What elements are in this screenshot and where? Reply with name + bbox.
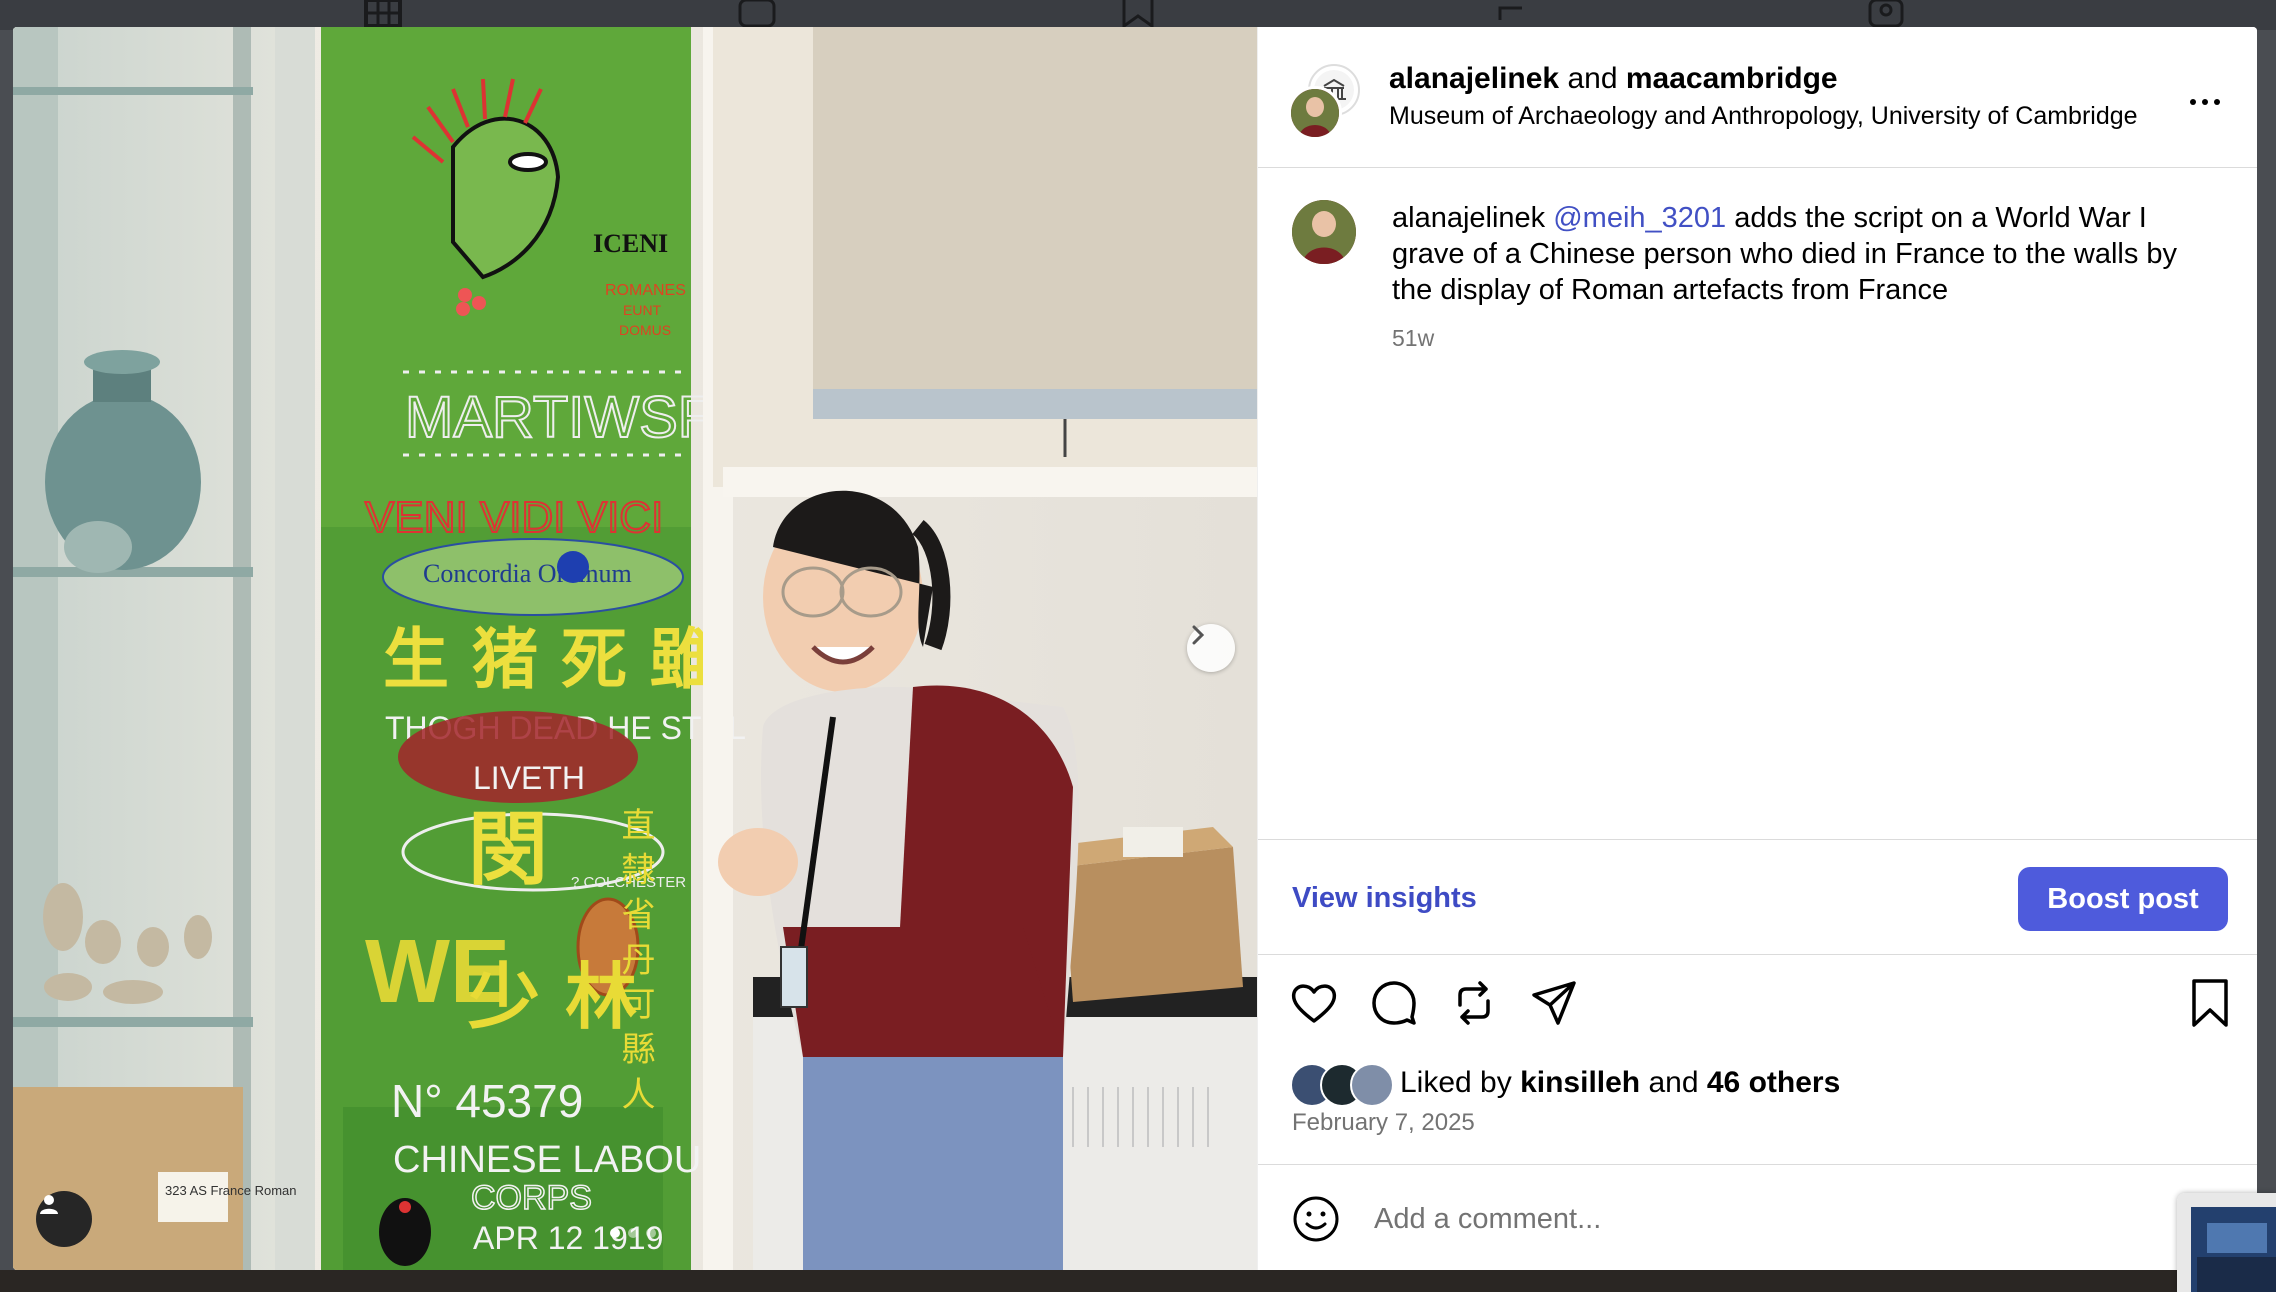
- repost-icon[interactable]: [1448, 977, 1500, 1029]
- author-username[interactable]: alanajelinek: [1389, 62, 1559, 95]
- carousel-dot-3: [646, 1228, 656, 1238]
- send-icon[interactable]: [1528, 977, 1580, 1029]
- tagged-icon: [1868, 0, 1904, 28]
- mural-text-corps: CORPS: [471, 1179, 592, 1217]
- post-caption: alanajelinek @meih_3201 adds the script …: [1392, 200, 2212, 308]
- comment-icon[interactable]: [1368, 977, 1420, 1029]
- mural-text-liveth: LIVETH: [473, 760, 585, 796]
- mural-text-chinese-2: 閔: [468, 803, 548, 896]
- collab-avatars[interactable]: [1288, 64, 1360, 140]
- carousel-dot-1: [610, 1228, 620, 1238]
- artefact-label-card: 323 AS France Roman: [165, 1183, 297, 1198]
- liker-avatar-3: [1350, 1063, 1394, 1107]
- carousel-indicator: [610, 1228, 656, 1238]
- background-feed-thumbnails: [0, 1270, 2276, 1292]
- caption-mention[interactable]: @meih_3201: [1553, 202, 1726, 234]
- reposts-icon: [1498, 6, 1522, 20]
- likes-text: Liked by kinsilleh and 46 others: [1400, 1066, 1840, 1100]
- post-modal: 323 AS France Roman ICENI ROMANES EUNT D…: [13, 27, 2257, 1270]
- mural-text-martiwsf: MARTIWSF: [405, 385, 713, 450]
- mural-text-side-chinese: 直 隸 省 丹 可 縣 人: [615, 807, 655, 1110]
- more-options-icon[interactable]: [2182, 87, 2228, 117]
- post-actions: [1258, 977, 2257, 1047]
- next-slide-button[interactable]: [1187, 624, 1235, 672]
- mural-text-number: N° 45379: [391, 1075, 583, 1127]
- mural-text-domus: DOMUS: [619, 322, 671, 338]
- bookmark-icon[interactable]: [2184, 977, 2236, 1029]
- likes-prefix: Liked by: [1400, 1066, 1521, 1099]
- post-date: February 7, 2025: [1292, 1109, 1475, 1136]
- post-photo[interactable]: 323 AS France Roman ICENI ROMANES EUNT D…: [13, 27, 1257, 1270]
- post-header: alanajelinek and maacambridge Museum of …: [1258, 27, 2257, 168]
- caption-avatar[interactable]: [1292, 200, 1356, 264]
- mural-text-iceni: ICENI: [593, 229, 668, 258]
- likes-others-link[interactable]: 46 others: [1707, 1066, 1840, 1099]
- heart-icon[interactable]: [1288, 977, 1340, 1029]
- mural-text-romanes: ROMANES: [605, 282, 686, 299]
- post-authors: alanajelinek and maacambridge: [1389, 62, 1838, 96]
- mural-text-date: APR 12 1919: [473, 1220, 663, 1256]
- tagged-users-button[interactable]: [36, 1191, 92, 1247]
- carousel-dot-2: [628, 1228, 638, 1238]
- liker-username[interactable]: kinsilleh: [1520, 1066, 1640, 1099]
- minimized-video-thumbnail[interactable]: [2177, 1193, 2276, 1292]
- author-avatar[interactable]: [1288, 86, 1342, 140]
- comment-bar: P: [1258, 1164, 2257, 1270]
- mural-text-veni: VENI VIDI VICI: [365, 493, 663, 542]
- reels-icon: [738, 0, 776, 28]
- user-tag-icon: [40, 1195, 58, 1214]
- mural-text-chinese-1: 生 猪 死 雖: [383, 621, 716, 698]
- authors-joiner: and: [1567, 62, 1618, 95]
- likes-joiner: and: [1640, 1066, 1707, 1099]
- comment-input[interactable]: [1372, 1189, 2136, 1249]
- caption-timestamp[interactable]: 51w: [1392, 325, 1434, 352]
- caption-username[interactable]: alanajelinek: [1392, 202, 1545, 234]
- mural-text-we: WE: [365, 922, 510, 1022]
- post-location[interactable]: Museum of Archaeology and Anthropology, …: [1389, 102, 2138, 131]
- saved-icon: [1122, 0, 1154, 28]
- photo-scene: 323 AS France Roman ICENI ROMANES EUNT D…: [13, 27, 1257, 1270]
- likes-summary: Liked by kinsilleh and 46 others: [1290, 1061, 1840, 1107]
- video-thumbnail-image: [2177, 1193, 2276, 1292]
- collaborator-username[interactable]: maacambridge: [1626, 62, 1838, 95]
- liker-avatars[interactable]: [1290, 1061, 1398, 1107]
- boost-post-button[interactable]: Boost post: [2018, 867, 2228, 931]
- chevron-right-icon: [1192, 625, 1205, 645]
- grid-icon: [364, 0, 402, 28]
- mural-text-concordia: Concordia Ordinum: [423, 559, 632, 588]
- view-insights-link[interactable]: View insights: [1292, 882, 1477, 915]
- author-photo: [1291, 89, 1339, 137]
- emoji-icon[interactable]: [1292, 1195, 1340, 1243]
- mural-text-eunt: EUNT: [623, 302, 662, 318]
- mural-text-chinese-labour: CHINESE LABOUR: [393, 1139, 729, 1181]
- author-photo: [1292, 200, 1356, 264]
- post-details-panel: alanajelinek and maacambridge Museum of …: [1257, 27, 2257, 1270]
- insights-bar: View insights Boost post: [1258, 839, 2257, 955]
